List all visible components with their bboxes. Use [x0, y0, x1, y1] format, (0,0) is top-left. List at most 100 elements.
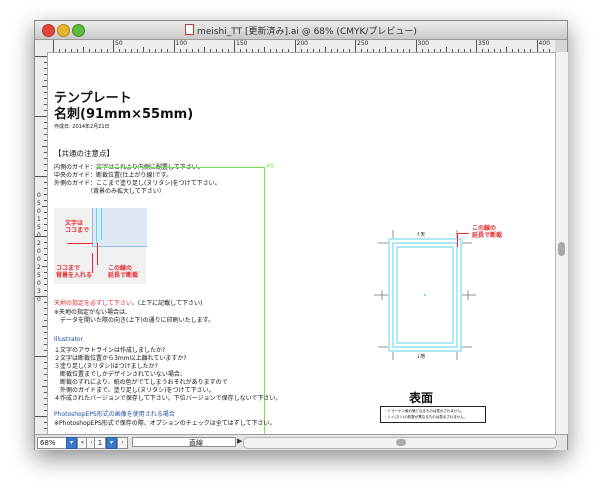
- ruler-tick: [64, 49, 66, 52]
- bleed-arrow-c: [97, 243, 98, 265]
- card-cut-note: この線の 延長で断裁: [472, 225, 503, 239]
- photoshop-line: ※PhotoshopEPS形式で保存の際、オプションのチェックは全てはずして下さ…: [54, 420, 276, 427]
- ruler-tick: [173, 40, 175, 52]
- ruler-tick: [44, 308, 47, 309]
- horizontal-scroll-thumb[interactable]: [396, 439, 406, 446]
- ruler-tick: [421, 49, 423, 52]
- ruler-tick: [348, 49, 350, 52]
- vertical-scrollbar[interactable]: [555, 52, 568, 434]
- page-number-field[interactable]: 1: [94, 437, 106, 449]
- ruler-tick: [44, 320, 47, 321]
- ruler-tick: [415, 40, 417, 52]
- ruler-tick: [42, 86, 47, 87]
- guide-line-outer-note: （背景のみ拡大して下さい）: [54, 188, 165, 195]
- ruler-tick: [469, 49, 471, 52]
- ruler-tick: [476, 40, 477, 52]
- bleed-arrow-a: [67, 243, 93, 244]
- card-face-label: 表面: [409, 391, 434, 405]
- ruler-tick: [264, 47, 266, 52]
- ruler-tick: [373, 49, 375, 52]
- ruler-tick: [44, 68, 47, 69]
- common-notes-title: 【共通の注意点】: [54, 149, 114, 158]
- ruler-tick: [100, 49, 102, 52]
- status-bar: 68% ▾ « ‹ 1 ▾ › 直線 ▶: [35, 434, 567, 450]
- ruler-tick: [70, 49, 72, 52]
- ruler-tick: [35, 116, 47, 117]
- ruler-tick: [44, 272, 47, 273]
- ruler-tick: [44, 182, 47, 183]
- ruler-label: 250: [357, 40, 369, 47]
- vertical-ruler[interactable]: 05015020025030: [35, 52, 48, 435]
- title-bar[interactable]: meishi_TT [更新済み].ai @ 68% (CMYK/プレビュー): [35, 21, 567, 40]
- ruler-tick: [209, 49, 211, 52]
- ruler-tick: [276, 49, 278, 52]
- ruler-label: 50: [115, 40, 123, 47]
- ruler-tick: [506, 47, 508, 52]
- ruler-tick: [270, 49, 272, 52]
- status-menu-arrow[interactable]: ▶: [237, 437, 242, 445]
- ruler-tick: [44, 284, 47, 285]
- ruler-label: 5: [37, 272, 41, 279]
- ruler-tick: [397, 49, 399, 52]
- ruler-label: 3: [37, 288, 41, 295]
- horizontal-ruler[interactable]: 50 100 150 200 250 300 350 400: [47, 40, 555, 53]
- ruler-tick: [197, 49, 199, 52]
- vertical-scroll-thumb[interactable]: [558, 242, 565, 256]
- next-page-button[interactable]: ›: [117, 437, 128, 449]
- zoom-dropdown-button[interactable]: ▾: [66, 437, 77, 449]
- ruler-tick: [44, 224, 47, 225]
- ruler-tick: [113, 40, 114, 52]
- guide-tag: 表面: [266, 163, 274, 168]
- card-template[interactable]: [368, 218, 488, 383]
- cut-arrow-top: [457, 233, 469, 234]
- ruler-tick: [409, 49, 411, 52]
- green-guide-horizontal: [96, 167, 264, 168]
- ruler-tick: [306, 49, 308, 52]
- ruler-tick: [155, 49, 157, 52]
- text-here-label: 文字は ココまで: [65, 220, 90, 234]
- zoom-field[interactable]: 68%: [37, 437, 67, 449]
- ruler-tick: [44, 128, 47, 129]
- ruler-tick: [42, 386, 47, 387]
- ruler-tick: [379, 49, 381, 52]
- artboard-canvas[interactable]: テンプレート 名刺(91mm×55mm) 作成日: 2014年2月21日 【共通…: [48, 53, 555, 434]
- ruler-tick: [44, 92, 47, 93]
- ruler-tick: [44, 344, 47, 345]
- horizontal-scrollbar[interactable]: [243, 437, 557, 449]
- ruler-tick: [44, 122, 47, 123]
- ruler-tick: [494, 49, 496, 52]
- ruler-tick: [445, 47, 447, 52]
- ruler-tick: [385, 47, 387, 52]
- card-size-heading: 名刺(91mm×55mm): [54, 107, 194, 122]
- ruler-label: 200: [296, 40, 308, 47]
- ruler-tick: [234, 40, 235, 52]
- page-dropdown-button[interactable]: ▾: [106, 437, 117, 449]
- extend-cut-label: この線の 延長で断裁: [108, 265, 139, 279]
- ruler-tick: [88, 49, 90, 52]
- ruler-tick: [35, 56, 47, 57]
- ruler-tick: [44, 278, 47, 279]
- ruler-tick: [161, 49, 163, 52]
- illustrator-item-4: ４作成されたバージョンで保存して下さい。下位バージョンで保存しないで下さい。: [54, 395, 282, 402]
- ruler-tick: [457, 49, 459, 52]
- ruler-tick: [451, 49, 453, 52]
- ruler-tick: [185, 49, 187, 52]
- ruler-tick: [44, 410, 47, 411]
- ruler-tick: [44, 104, 47, 105]
- ruler-tick: [342, 49, 344, 52]
- ruler-label: 5: [37, 224, 41, 231]
- ruler-tick: [530, 49, 532, 52]
- status-mode-field[interactable]: 直線: [132, 437, 236, 447]
- ruler-tick: [44, 158, 47, 159]
- illustrator-window: meishi_TT [更新済み].ai @ 68% (CMYK/プレビュー) 5…: [34, 20, 568, 450]
- ruler-tick: [44, 248, 47, 249]
- ruler-tick: [403, 49, 405, 52]
- ruler-tick: [44, 62, 47, 63]
- ruler-tick: [42, 206, 47, 207]
- card-top-mark: ↑天: [416, 232, 426, 238]
- ruler-tick: [439, 49, 441, 52]
- document-icon: [185, 24, 195, 35]
- ruler-label: 150: [236, 40, 248, 47]
- ruler-tick: [548, 49, 550, 52]
- ruler-tick: [336, 49, 338, 52]
